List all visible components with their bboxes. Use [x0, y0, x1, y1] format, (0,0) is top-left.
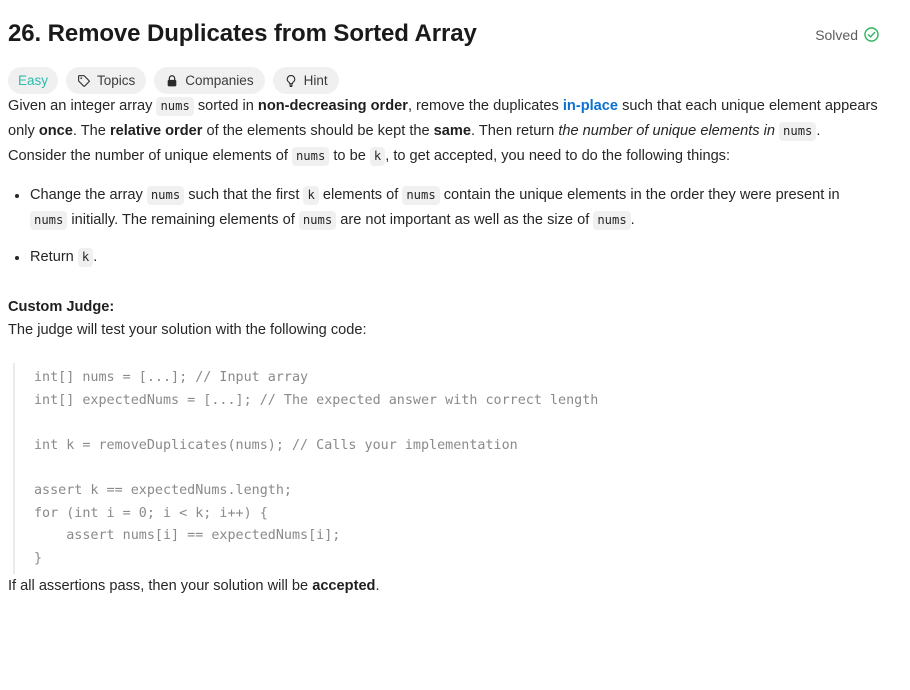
intro-bold-2: once	[38, 123, 73, 139]
intro-text-6: of the elements should be kept the	[202, 123, 434, 139]
page-title: 26. Remove Duplicates from Sorted Array	[8, 20, 477, 47]
consider-text-3: , to get accepted, you need to do the fo…	[385, 148, 731, 164]
inline-code-nums: nums	[30, 211, 68, 230]
intro-text-7: . Then return	[471, 123, 559, 139]
intro-text-3: , remove the duplicates	[407, 98, 563, 114]
inline-code-nums: nums	[593, 211, 631, 230]
inline-code-nums: nums	[146, 186, 185, 205]
intro-text-2: sorted in	[193, 98, 258, 114]
in-place-link[interactable]: in-place	[563, 98, 618, 114]
lightbulb-icon	[284, 74, 298, 88]
inline-code-nums: nums	[291, 147, 330, 166]
inline-code-nums: nums	[298, 211, 337, 230]
check-circle-icon	[863, 26, 880, 43]
tag-icon	[77, 74, 91, 88]
bullet2-text-1: Return	[30, 249, 78, 265]
inline-code-nums: nums	[156, 97, 194, 116]
intro-bold-1: non-decreasing order	[257, 98, 408, 114]
list-item: Return k.	[15, 245, 878, 270]
intro-paragraph: Given an integer array nums sorted in no…	[8, 94, 878, 144]
bullet1-text-5: initially. The remaining elements of	[67, 212, 299, 228]
consider-text-1: Consider the number of unique elements o…	[8, 148, 292, 164]
bullet1-text-1: Change the array	[30, 187, 147, 203]
custom-judge-heading: Custom Judge:	[8, 299, 115, 315]
inline-code-nums: nums	[779, 122, 817, 141]
bullet1-text-7: .	[630, 212, 635, 228]
bullet1-text-4: contain the unique elements in the order…	[439, 187, 840, 203]
inline-code-nums: nums	[402, 186, 440, 205]
bullet1-text-3: elements of	[318, 187, 403, 203]
difficulty-badge-easy[interactable]: Easy	[8, 67, 59, 94]
lock-icon	[165, 74, 179, 88]
description-content: Given an integer array nums sorted in no…	[4, 94, 880, 599]
status-label: Solved	[815, 26, 858, 43]
companies-label: Companies	[185, 73, 254, 88]
bullet1-text-2: such that the first	[184, 187, 304, 203]
inline-code-k: k	[369, 147, 386, 166]
consider-text-2: to be	[329, 148, 370, 164]
accepted-paragraph: If all assertions pass, then your soluti…	[8, 574, 878, 599]
hint-button[interactable]: Hint	[272, 67, 339, 94]
judge-intro-paragraph: The judge will test your solution with t…	[8, 322, 367, 338]
judge-code: int[] nums = [...]; // Input array int[]…	[34, 370, 599, 566]
intro-bold-3: relative order	[109, 123, 203, 139]
companies-button[interactable]: Companies	[154, 67, 265, 94]
consider-paragraph: Consider the number of unique elements o…	[8, 144, 878, 169]
bullet2-text-2: .	[93, 249, 98, 265]
accepted-bold: accepted	[312, 578, 376, 595]
topics-button[interactable]: Topics	[66, 67, 147, 94]
intro-italic-1: the number of unique elements in	[558, 123, 775, 139]
badge-row: Easy Topics Companies Hint	[4, 67, 880, 94]
intro-text-5: . The	[72, 123, 110, 139]
intro-text-8: .	[816, 123, 821, 139]
bullet1-text-6: are not important as well as the size of	[336, 212, 594, 228]
list-item: Change the array nums such that the firs…	[15, 183, 878, 233]
requirements-list: Change the array nums such that the firs…	[8, 183, 878, 270]
intro-bold-4: same	[433, 123, 471, 139]
accepted-text-2: .	[375, 578, 380, 595]
topics-label: Topics	[97, 73, 136, 88]
inline-code-k: k	[303, 186, 319, 205]
difficulty-label: Easy	[18, 73, 49, 88]
code-block: int[] nums = [...]; // Input array int[]…	[13, 363, 878, 575]
accepted-text-1: If all assertions pass, then your soluti…	[8, 578, 313, 595]
problem-description-panel: 26. Remove Duplicates from Sorted Array …	[0, 0, 910, 690]
inline-code-k: k	[77, 248, 94, 267]
hint-label: Hint	[303, 73, 328, 88]
status-badge: Solved	[815, 18, 880, 43]
intro-text-1: Given an integer array	[8, 98, 157, 114]
title-row: 26. Remove Duplicates from Sorted Array …	[4, 0, 880, 50]
